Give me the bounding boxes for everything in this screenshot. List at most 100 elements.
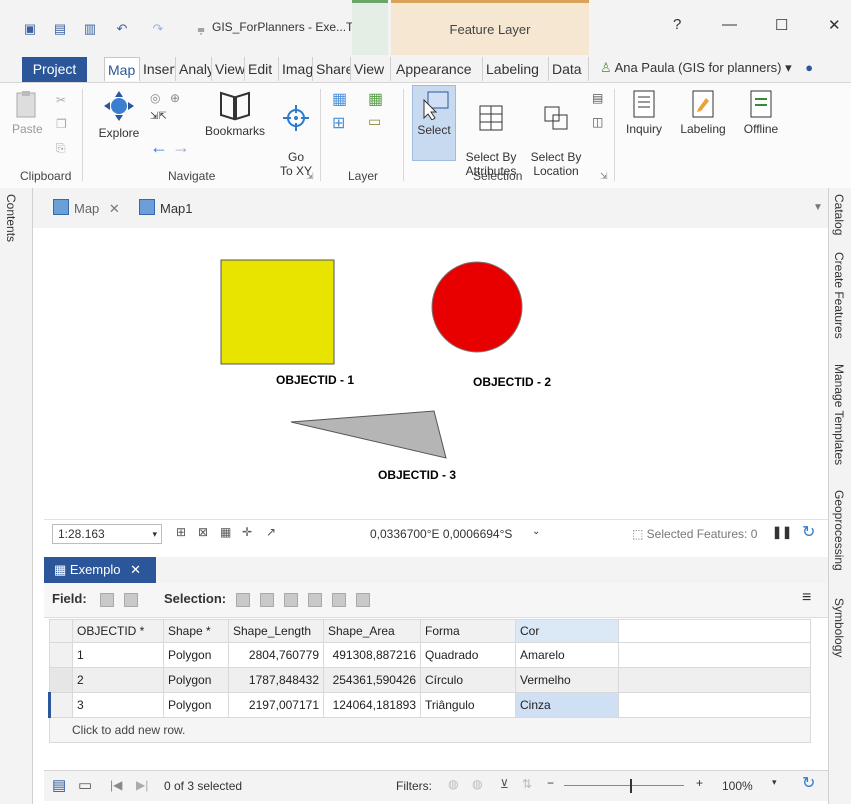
add-row[interactable]: Click to add new row. (49, 717, 811, 743)
pause-drawing-icon[interactable]: ❚❚ (772, 525, 792, 539)
table-cell[interactable]: Círculo (420, 667, 516, 693)
go-to-xy-button[interactable]: Go To XY (276, 89, 316, 178)
table-row[interactable]: 2 Polygon 1787,848432 254361,590426 Círc… (49, 667, 811, 693)
notification-icon[interactable]: ● (805, 60, 813, 75)
select-by-location-button[interactable]: Select By Location (526, 89, 586, 178)
fixed-zoom-icon[interactable]: ⇲⇱ (150, 111, 167, 122)
zoom-dropdown-icon[interactable]: ▾ (772, 777, 777, 788)
table-cell[interactable]: Polygon (163, 667, 229, 693)
coords-dropdown-icon[interactable]: ⌄ (532, 526, 540, 537)
sort-icon[interactable]: ⇅ (522, 777, 532, 791)
basemap-icon[interactable]: ▦ (332, 89, 347, 109)
close-tab-icon[interactable]: ✕ (109, 201, 120, 216)
table-cell[interactable]: Amarelo (515, 642, 619, 668)
clear-selection-icon[interactable]: ◫ (592, 115, 603, 129)
tab-insert[interactable]: Insert (140, 57, 176, 81)
calculate-field-icon[interactable] (124, 593, 138, 607)
copy-icon[interactable]: ❐ (56, 117, 67, 131)
table-cell[interactable]: 2804,760779 (228, 642, 324, 668)
table-cell[interactable]: Vermelho (515, 667, 619, 693)
scale-selector[interactable]: 1:28.163 ▾ (52, 524, 162, 544)
tab-project[interactable]: Project (22, 57, 87, 82)
zoom-to-selection-icon[interactable] (260, 593, 274, 607)
close-table-icon[interactable]: ✕ (130, 562, 141, 577)
forward-icon[interactable]: → (172, 137, 190, 158)
tab-view[interactable]: View (351, 57, 391, 81)
table-icon[interactable]: ▦ (220, 525, 231, 539)
filter-selection-icon[interactable]: ◍ (472, 777, 482, 791)
table-menu-icon[interactable]: ≡ (802, 589, 811, 607)
table-row[interactable]: 1 Polygon 2804,760779 491308,887216 Quad… (49, 642, 811, 668)
tab-edit[interactable]: Edit (245, 57, 279, 81)
tab-data[interactable]: Data (549, 57, 589, 81)
tab-list-dropdown-icon[interactable]: ▼ (813, 202, 823, 213)
table-cell[interactable]: 1 (72, 642, 164, 668)
column-header[interactable]: Shape * (163, 619, 229, 643)
customize-toolbar-icon[interactable]: ⩦ (193, 22, 209, 36)
bookmarks-button[interactable]: Bookmarks (200, 89, 270, 138)
filter-extent-icon[interactable]: ◍ (448, 777, 458, 791)
cut-icon[interactable]: ✂ (56, 93, 66, 107)
select-by-attributes-tool-icon[interactable] (236, 593, 250, 607)
zoom-in-icon[interactable]: + (696, 776, 703, 790)
user-account-menu[interactable]: ♙ Ana Paula (GIS for planners) ▾ ● (600, 60, 813, 76)
first-record-icon[interactable]: |◀ (110, 778, 122, 792)
close-button[interactable]: ✕ (828, 16, 841, 34)
row-selector[interactable] (49, 642, 73, 668)
selection-launcher-icon[interactable]: ⇲ (600, 171, 608, 182)
table-cell[interactable]: 124064,181893 (323, 692, 421, 718)
add-layer-icon[interactable]: ⊞ (332, 113, 345, 133)
table-cell[interactable]: 2197,007171 (228, 692, 324, 718)
redo-icon[interactable]: ↷ (150, 22, 166, 36)
contents-pane-tab[interactable]: Contents (0, 188, 33, 804)
navigate-launcher-icon[interactable]: ⇲ (306, 171, 314, 182)
column-header[interactable]: OBJECTID * (72, 619, 164, 643)
north-arrow-icon[interactable]: ↗ (266, 525, 276, 539)
show-all-records-icon[interactable]: ▤ (52, 776, 66, 794)
paste-button[interactable]: Paste (12, 91, 43, 136)
show-selected-records-icon[interactable]: ▭ (78, 776, 92, 794)
table-cell[interactable]: Quadrado (420, 642, 516, 668)
inquiry-button[interactable]: Inquiry (620, 89, 668, 136)
tab-manage-templates[interactable]: Manage Templates (832, 364, 846, 465)
tab-exemplo[interactable]: ▦ Exemplo ✕ (44, 557, 156, 583)
last-record-icon[interactable]: ▶| (136, 778, 148, 792)
back-icon[interactable]: ← (150, 137, 168, 158)
tab-geoprocessing[interactable]: Geoprocessing (832, 490, 846, 571)
zoom-layer-icon[interactable]: ⊕ (170, 91, 180, 105)
row-selector-header[interactable] (49, 619, 73, 643)
zoom-out-icon[interactable]: − (547, 776, 554, 790)
tab-create-features[interactable]: Create Features (832, 252, 846, 339)
refresh-table-icon[interactable]: ↻ (802, 773, 815, 793)
snapping-icon[interactable]: ⊠ (198, 525, 208, 539)
table-cell[interactable]: 2 (72, 667, 164, 693)
zoom-slider[interactable] (564, 785, 684, 786)
attributes-icon[interactable]: ▤ (592, 91, 603, 105)
row-selector[interactable] (49, 667, 73, 693)
column-header[interactable]: Shape_Area (323, 619, 421, 643)
tab-map1-view[interactable]: Map1 (139, 198, 193, 220)
copy-path-icon[interactable]: ⎘ (56, 141, 66, 156)
clear-selection-tool-icon[interactable] (308, 593, 322, 607)
tab-labeling[interactable]: Labeling (483, 57, 549, 81)
explore-button[interactable]: Explore (96, 89, 142, 140)
row-selector[interactable] (48, 692, 73, 718)
help-button[interactable]: ? (673, 16, 681, 33)
column-header[interactable]: Forma (420, 619, 516, 643)
table-cell[interactable]: 1787,848432 (228, 667, 324, 693)
tab-map-view[interactable]: Map ✕ (53, 198, 120, 220)
zoom-level[interactable]: 100% (722, 779, 753, 793)
copy-selection-icon[interactable] (356, 593, 370, 607)
tab-share[interactable]: Share (313, 57, 351, 81)
select-button[interactable]: Select (412, 85, 456, 161)
add-graphics-icon[interactable]: ▭ (368, 113, 381, 130)
add-data-icon[interactable]: ▦ (368, 89, 383, 109)
column-header[interactable]: Cor (515, 619, 619, 643)
new-project-icon[interactable]: ▣ (22, 22, 38, 36)
table-cell[interactable]: Triângulo (420, 692, 516, 718)
filter-definition-icon[interactable]: ⊻ (500, 777, 509, 791)
tab-catalog[interactable]: Catalog (832, 194, 846, 235)
grid-icon[interactable]: ⊞ (176, 525, 186, 539)
tab-symbology[interactable]: Symbology (832, 598, 846, 657)
undo-icon[interactable]: ↶ (114, 22, 130, 36)
